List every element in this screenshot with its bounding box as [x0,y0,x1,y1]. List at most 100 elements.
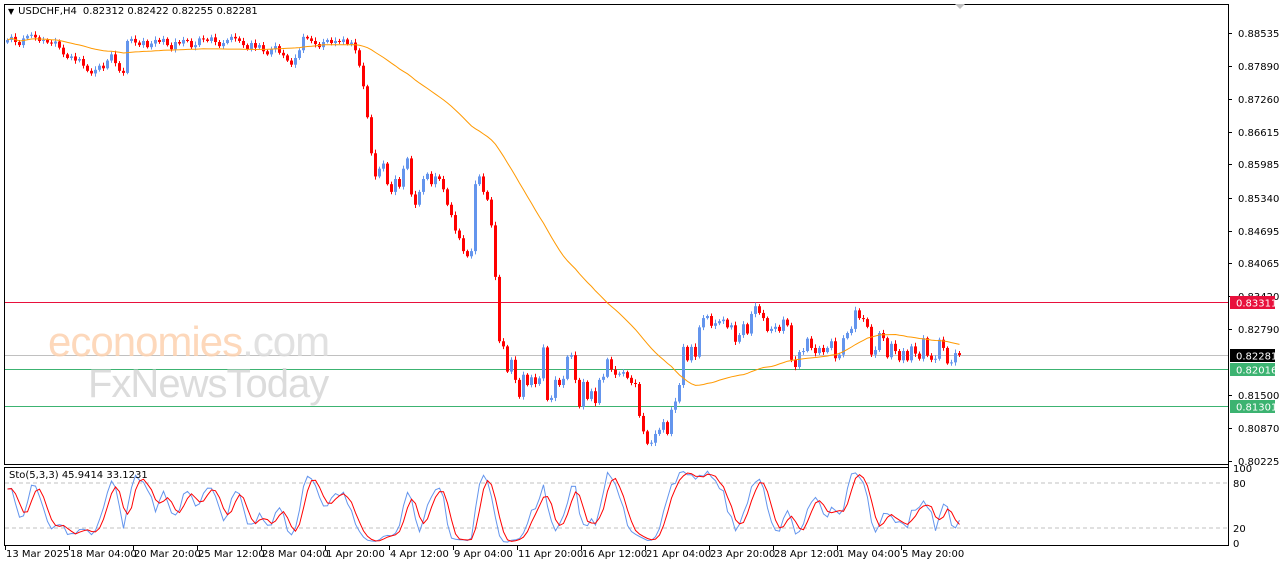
candle-body [646,431,649,444]
price-tick-label: 0.84695 [1238,227,1279,238]
candle-body [614,369,617,375]
candle [886,336,889,359]
candle-body [166,38,169,46]
price-tick-label: 0.87890 [1238,62,1279,73]
candle [366,84,369,119]
candle-body [902,351,905,361]
time-tick-label: 9 Apr 04:00 [454,549,513,560]
candle-body [262,45,265,52]
price-tick-label: 0.88535 [1238,29,1279,40]
candle-body [486,191,489,200]
price-label-text: 0.83311 [1236,299,1277,310]
candle-body [126,40,129,73]
candle [498,274,501,344]
candle-body [34,34,37,38]
candle-body [618,373,621,375]
candle-body [722,319,725,322]
candle [638,381,641,418]
candle-body [914,346,917,354]
economies-watermark: economies.com [48,318,330,366]
candle-body [630,377,633,383]
candle-body [186,39,189,41]
candle-body [26,35,29,39]
candle [546,345,549,402]
candle-body [430,173,433,185]
candle-body [898,351,901,361]
candle [686,345,689,362]
candle-body [462,238,465,252]
candle-body [154,39,157,44]
time-tick-label: 13 Mar 2025 [6,549,69,560]
watermark-text: economies [48,318,243,365]
candle-body [854,310,857,329]
candle-body [18,42,21,46]
candle [542,344,545,382]
candle-body [622,372,625,374]
symbol-timeframe: USDCHF,H4 [18,6,77,17]
candle-body [94,69,97,74]
candle [418,189,421,207]
time-tick-label: 1 Apr 20:00 [326,549,385,560]
candle-body [106,60,109,69]
candle-body [6,39,9,43]
candle [854,306,857,333]
candle [106,59,109,70]
candle-body [498,276,501,342]
candle-body [506,346,509,372]
candle-body [214,37,217,43]
candle-body [82,59,85,66]
candle-body [674,401,677,410]
candle-body [146,40,149,48]
candle-body [70,56,73,58]
candle-body [294,57,297,65]
candle [482,173,485,195]
candle-body [522,374,525,397]
candle-body [714,323,717,326]
dropdown-triangle-icon[interactable]: ▼ [8,7,14,16]
watermark-suffix: .com [242,318,330,365]
candle [726,318,729,329]
candle [642,412,645,435]
candle [522,371,525,400]
candle-body [66,54,69,58]
candle-body [934,358,937,360]
candle [878,330,881,352]
candle-body [610,359,613,370]
candle-body [750,313,753,334]
candle-body [494,225,497,277]
candle-body [510,359,513,372]
candle-body [178,42,181,44]
candle-body [718,321,721,324]
candle-body [474,184,477,252]
stoch-level-label: 20 [1233,524,1246,535]
candle-body [54,41,57,44]
candle-body [306,36,309,39]
candle-body [90,70,93,74]
candle-body [426,173,429,180]
candle [486,190,489,202]
candle-body [122,70,125,73]
candle-body [626,372,629,378]
time-tick-label: 20 Mar 20:00 [134,549,201,560]
candle [678,382,681,404]
price-chart[interactable]: 0.88535 0.87890 0.87260 0.86615 0.85985 0.853… [0,0,1280,567]
candle-body [726,319,729,328]
candle-body [74,56,77,61]
candle-body [954,353,957,363]
candle-body [242,40,245,46]
candle-body [746,324,749,334]
candle-body [790,325,793,360]
candle-body [662,422,665,430]
time-tick-label: 25 Mar 12:00 [198,549,265,560]
candle-body [254,43,257,48]
candle-body [150,43,153,48]
time-tick-label: 5 May 20:00 [902,549,964,560]
candle-body [582,381,585,407]
candle-body [826,347,829,353]
candle-body [198,38,201,46]
candle-body [142,40,145,46]
candle-body [710,316,713,326]
candle-body [958,353,961,356]
candle-body [562,378,565,386]
candle-body [414,194,417,205]
